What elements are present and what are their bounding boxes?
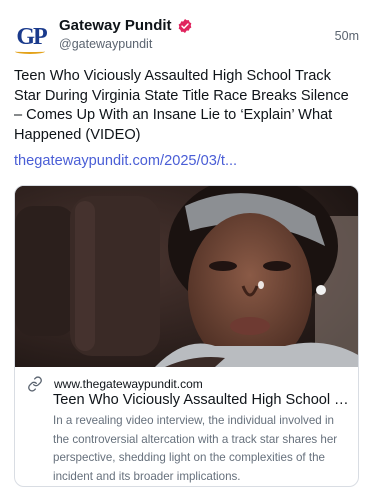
preview-title[interactable]: Teen Who Viciously Assaulted High School… xyxy=(53,392,353,408)
avatar-swoosh xyxy=(15,49,45,54)
preview-domain-row: www.thegatewaypundit.com xyxy=(27,376,203,392)
preview-domain: www.thegatewaypundit.com xyxy=(54,377,203,391)
author-handle[interactable]: @gatewaypundit xyxy=(59,37,152,51)
verified-badge-icon xyxy=(178,18,191,33)
preview-image[interactable] xyxy=(15,186,358,367)
preview-description: In a revealing video interview, the indi… xyxy=(53,414,338,483)
post-text: Teen Who Viciously Assaulted High School… xyxy=(14,68,349,143)
post[interactable]: GP Gateway Pundit @gatewaypundit 50m Tee… xyxy=(0,0,373,500)
author-name-row[interactable]: Gateway Pundit xyxy=(59,17,193,34)
avatar[interactable]: GP xyxy=(13,19,49,55)
avatar-initials: GP xyxy=(16,24,47,50)
author-name[interactable]: Gateway Pundit xyxy=(59,17,172,34)
link-icon xyxy=(28,376,42,392)
preview-image-art xyxy=(15,186,358,367)
link-preview-card[interactable]: www.thegatewaypundit.com Teen Who Viciou… xyxy=(14,185,359,487)
post-link[interactable]: thegatewaypundit.com/2025/03/t... xyxy=(14,153,237,169)
post-time[interactable]: 50m xyxy=(335,29,359,43)
